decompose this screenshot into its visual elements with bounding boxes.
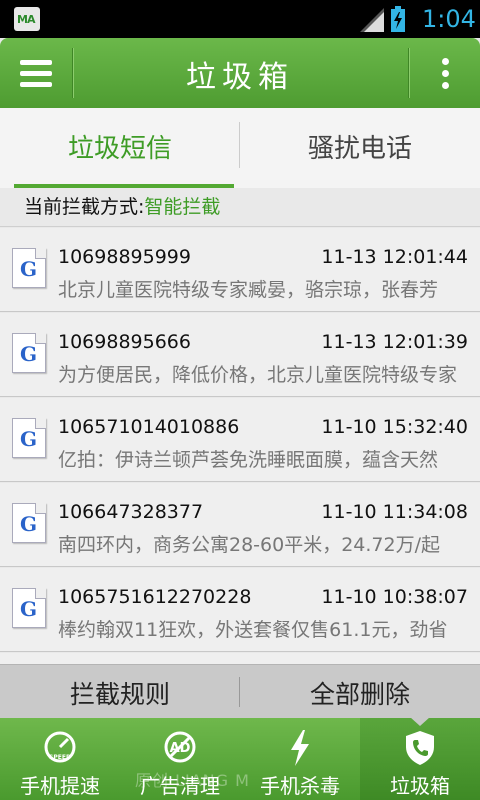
sms-icon: G <box>12 588 46 628</box>
more-icon-dot <box>442 70 449 77</box>
divider <box>0 226 480 227</box>
list-item-partial[interactable] <box>0 653 480 664</box>
shield-phone-icon <box>406 731 434 765</box>
list-item[interactable]: G 10698895666 11-13 12:01:39 为方便居民，降低价格，… <box>0 313 480 397</box>
sender-number: 106647328377 <box>58 501 204 523</box>
sms-icon: G <box>12 333 46 373</box>
sender-number: 1065751612270228 <box>58 586 252 608</box>
action-bar: 拦截规则 全部删除 <box>0 664 480 718</box>
status-bar: MA 1:04 <box>0 0 480 38</box>
list-item[interactable]: G 10698895999 11-13 12:01:44 北京儿童医院特级专家臧… <box>0 228 480 312</box>
message-preview: 南四环内，商务公寓28-60平米，24.72万/起 <box>58 534 441 556</box>
intercept-mode: 当前拦截方式:智能拦截 <box>24 192 220 219</box>
message-time: 11-10 10:38:07 <box>321 586 468 608</box>
list-item[interactable]: G 106571014010886 11-10 15:32:40 亿拍：伊诗兰顿… <box>0 398 480 482</box>
clock: 1:04 <box>422 5 476 33</box>
tab-spam-sms[interactable]: 垃圾短信 <box>0 108 240 188</box>
title-bar: 垃圾箱 <box>0 38 480 108</box>
svg-text:SPEED: SPEED <box>49 754 71 761</box>
message-preview: 为方便居民，降低价格，北京儿童医院特级专家 <box>58 364 458 386</box>
divider <box>408 48 410 98</box>
nav-trash[interactable]: 垃圾箱 <box>360 717 480 800</box>
sms-icon: G <box>12 248 46 288</box>
message-preview: 北京儿童医院特级专家臧晏，骆宗琼，张春芳 <box>58 279 439 301</box>
message-time: 11-13 12:01:44 <box>321 246 468 268</box>
intercept-mode-value[interactable]: 智能拦截 <box>144 196 220 218</box>
speedometer-icon: SPEED <box>44 731 76 763</box>
nav-antivirus[interactable]: 手机杀毒 <box>240 718 360 800</box>
nav-label: 手机杀毒 <box>260 774 340 798</box>
tab-bar: 垃圾短信 骚扰电话 <box>0 108 480 188</box>
sms-icon: G <box>12 418 46 458</box>
more-options-button[interactable] <box>412 38 480 108</box>
delete-all-button[interactable]: 全部删除 <box>240 665 480 719</box>
lightning-icon <box>291 730 309 766</box>
signal-icon <box>360 8 384 32</box>
app-notification-icon: MA <box>14 7 40 31</box>
tab-harassing-calls[interactable]: 骚扰电话 <box>240 108 480 188</box>
battery-icon <box>391 6 405 32</box>
no-ad-icon: AD <box>164 731 196 763</box>
message-time: 11-10 11:34:08 <box>321 501 468 523</box>
list-item[interactable]: G 106647328377 11-10 11:34:08 南四环内，商务公寓2… <box>0 483 480 567</box>
sender-number: 10698895999 <box>58 246 191 268</box>
intercept-rules-button[interactable]: 拦截规则 <box>0 665 240 719</box>
list-item[interactable]: G 1065751612270228 11-10 10:38:07 棒约翰双11… <box>0 568 480 652</box>
message-time: 11-10 15:32:40 <box>321 416 468 438</box>
watermark: 原创 LIANG M <box>135 771 250 790</box>
sender-number: 10698895666 <box>58 331 191 353</box>
nav-label: 手机提速 <box>20 774 100 798</box>
message-preview: 亿拍：伊诗兰顿芦荟免洗睡眠面膜，蕴含天然 <box>58 449 439 471</box>
more-icon-dot <box>442 82 449 89</box>
sms-icon: G <box>12 503 46 543</box>
message-preview: 棒约翰双11狂欢，外送套餐仅售61.1元，劲省 <box>58 619 448 641</box>
nav-speed-up[interactable]: SPEED 手机提速 <box>0 718 120 800</box>
message-time: 11-13 12:01:39 <box>321 331 468 353</box>
more-icon <box>442 58 449 65</box>
message-list[interactable]: G 10698895999 11-13 12:01:44 北京儿童医院特级专家臧… <box>0 228 480 664</box>
intercept-mode-label: 当前拦截方式: <box>24 196 145 218</box>
sender-number: 106571014010886 <box>58 416 240 438</box>
nav-label: 垃圾箱 <box>390 774 450 798</box>
